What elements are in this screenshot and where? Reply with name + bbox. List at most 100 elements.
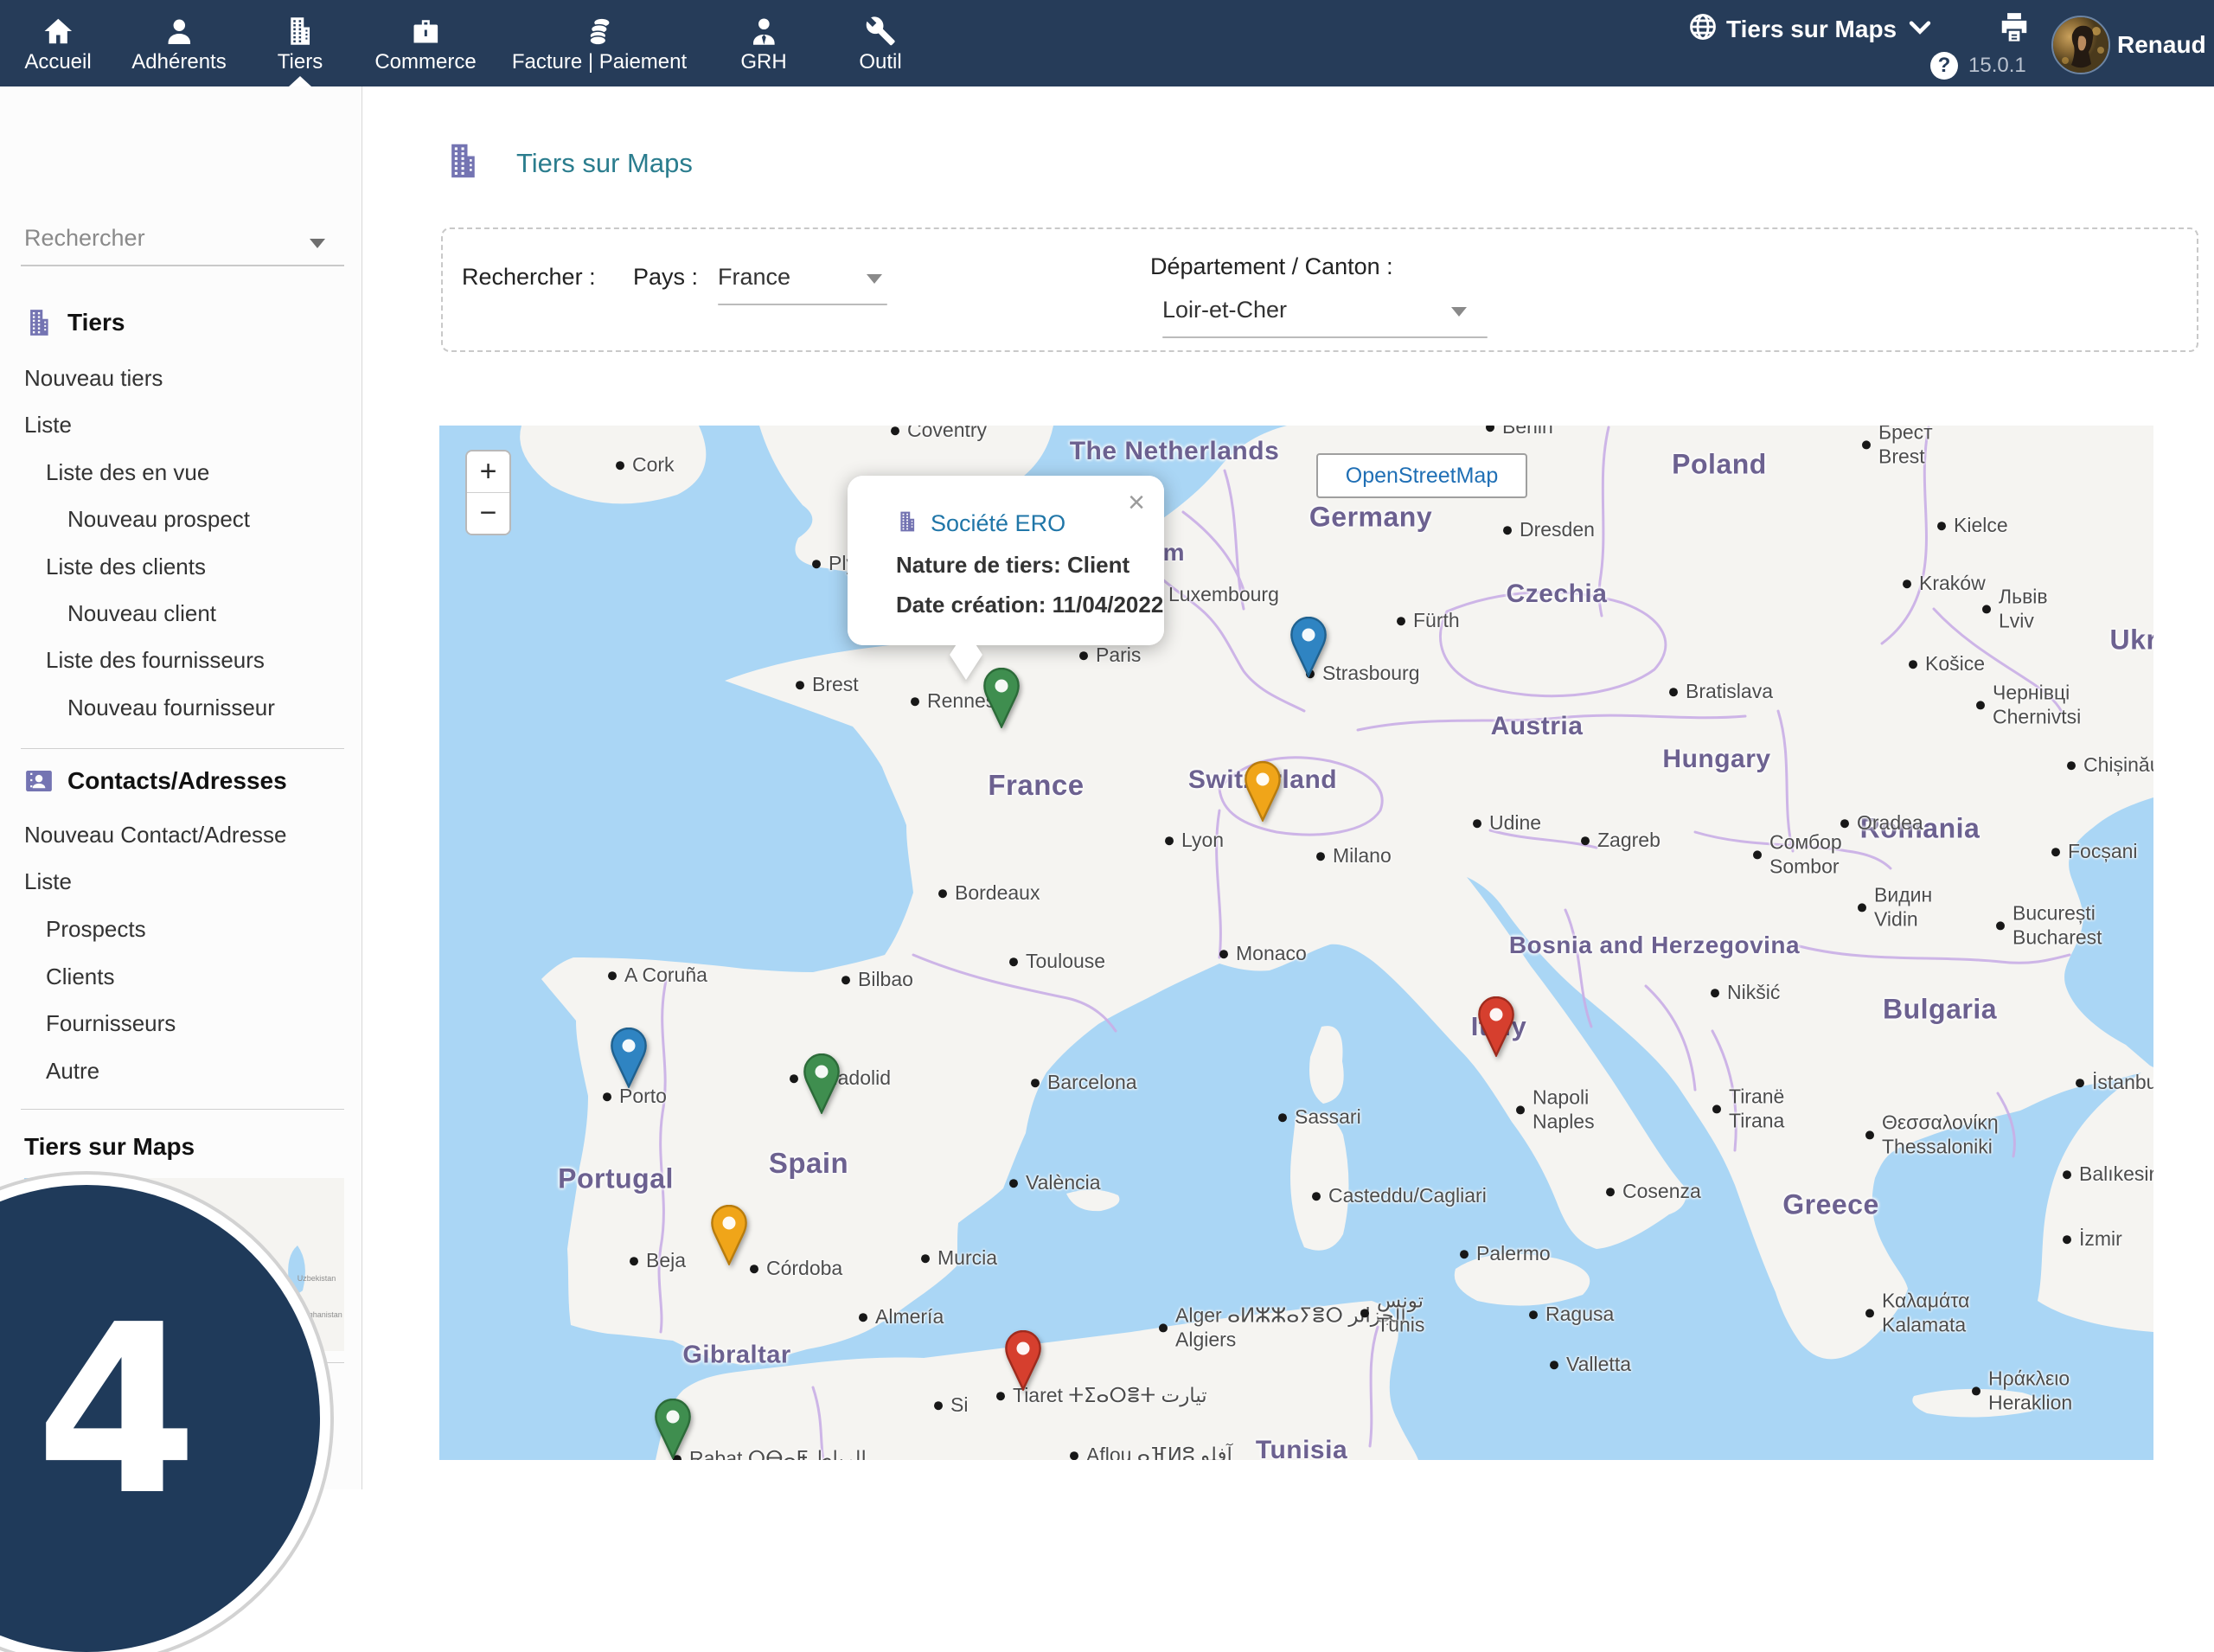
contact-card-icon [24, 766, 54, 796]
city-dot [1009, 1179, 1018, 1188]
sidebar-item-nouveau-prospect[interactable]: Nouveau prospect [67, 506, 250, 533]
city-label-foc-ani: Focșani [2051, 840, 2138, 864]
sidebar-item-clients[interactable]: Clients [46, 964, 114, 990]
sidebar-divider [21, 1109, 344, 1110]
city-dot [1219, 950, 1228, 958]
map-marker-blue-5[interactable] [608, 1028, 649, 1088]
nav-item-outil[interactable]: Outil [859, 0, 901, 86]
nav-item-tiers[interactable]: Tiers [278, 0, 323, 86]
city-dot [2076, 1079, 2084, 1087]
city-dot [1397, 617, 1405, 625]
nav-item-label: GRH [740, 50, 786, 74]
help-icon[interactable]: ? [1930, 52, 1958, 80]
city-dot [1079, 651, 1088, 660]
chevron-down-icon [867, 274, 882, 284]
city-dot [790, 1074, 798, 1083]
sidebar-section-tiers[interactable]: Tiers [24, 308, 125, 337]
sidebar-item-nouveau-contact-adresse[interactable]: Nouveau Contact/Adresse [24, 822, 287, 848]
map-marker-green-1[interactable] [981, 668, 1022, 728]
city-dot [1972, 1386, 1980, 1395]
popup-title-row[interactable]: Société ERO [896, 509, 1065, 539]
nav-item-accueil[interactable]: Accueil [24, 0, 91, 86]
city-dot [1712, 1105, 1721, 1113]
search-input[interactable]: Rechercher [24, 225, 344, 263]
country-label-gibraltar: Gibraltar [682, 1341, 790, 1370]
country-label-czechia: Czechia [1507, 579, 1608, 609]
city-dot [1903, 579, 1911, 588]
department-select[interactable]: Loir-et-Cher [1162, 297, 1491, 323]
city-dot [1516, 1105, 1525, 1114]
city-label-almer-a: Almería [859, 1305, 944, 1329]
nav-item-label: Facture | Paiement [512, 50, 687, 74]
city-label-ragusa: Ragusa [1529, 1303, 1614, 1327]
city-dot [1009, 957, 1018, 966]
city-dot [616, 461, 624, 470]
sidebar-item-nouveau-tiers[interactable]: Nouveau tiers [24, 365, 163, 392]
thumbnail-country-label: Afghanistan [301, 1310, 342, 1319]
zoom-out-button[interactable]: − [467, 493, 509, 534]
sidebar-item-liste[interactable]: Liste [24, 868, 72, 895]
layer-button[interactable]: OpenStreetMap [1316, 453, 1527, 498]
country-label-the-netherlands: The Netherlands [1070, 437, 1280, 466]
sidebar-item-nouveau-client[interactable]: Nouveau client [67, 600, 216, 627]
user-menu[interactable]: Renaud [2117, 31, 2214, 59]
city-label-bordeaux: Bordeaux [938, 881, 1040, 906]
nav-item-commerce[interactable]: Commerce [374, 0, 476, 86]
sidebar-item-prospects[interactable]: Prospects [46, 916, 146, 943]
city-dot [1753, 850, 1762, 859]
map-marker-green-9[interactable] [652, 1399, 694, 1459]
city-label-zagreb: Zagreb [1581, 829, 1660, 853]
city-label-c-rdoba: Córdoba [750, 1257, 842, 1281]
zoom-in-button[interactable]: + [467, 451, 509, 492]
city-dot [891, 426, 899, 435]
close-icon[interactable]: × [1128, 488, 1145, 517]
country-label-greece: Greece [1782, 1189, 1879, 1221]
city-label-tiran: Tiranë Tirana [1712, 1085, 1784, 1132]
city-label-porto: Porto [603, 1085, 667, 1109]
module-label: Tiers sur Maps [1726, 16, 1897, 43]
sidebar-item-liste-des-clients[interactable]: Liste des clients [46, 554, 206, 580]
city-dot [1865, 1309, 1874, 1317]
sidebar-section-contacts-adresses[interactable]: Contacts/Adresses [24, 766, 287, 796]
map-marker-red-4[interactable] [1475, 996, 1517, 1057]
page-title-row: Tiers sur Maps [444, 140, 693, 186]
map-canvas[interactable]: The NetherlandsBelgiumGermanyPolandCzech… [439, 426, 2153, 1460]
sidebar-item-liste-des-fournisseurs[interactable]: Liste des fournisseurs [46, 647, 265, 674]
nav-item-facture-paiement[interactable]: Facture | Paiement [512, 0, 687, 86]
thumbnail-country-label: Uzbekistan [298, 1274, 336, 1283]
city-dot [608, 971, 617, 980]
city-dot [996, 1392, 1005, 1400]
sidebar-item-liste-des-en-vue[interactable]: Liste des en vue [46, 459, 209, 486]
map-marker-blue-2[interactable] [1288, 617, 1329, 677]
city-label-a-coru-a: A Coruña [608, 964, 707, 988]
country-select[interactable]: France [718, 264, 891, 291]
city-label-aflou: Aflou ⴰⴼⵍⵓ آفلو [1070, 1444, 1232, 1460]
nav-item-adh-rents[interactable]: Adhérents [131, 0, 226, 86]
popup-title-link[interactable]: Société ERO [931, 510, 1065, 537]
briefcase-icon [410, 12, 441, 47]
city-dot [2063, 1170, 2071, 1179]
map-marker-red-8[interactable] [1002, 1330, 1044, 1391]
sidebar-item-autre[interactable]: Autre [46, 1058, 99, 1085]
city-label-cosenza: Cosenza [1606, 1180, 1701, 1204]
version-label: 15.0.1 [1968, 54, 2026, 78]
map-marker-yellow-7[interactable] [708, 1205, 750, 1265]
city-label-barcelona: Barcelona [1031, 1071, 1137, 1095]
city-dot [1976, 701, 1985, 709]
coins-icon [584, 12, 615, 47]
sidebar-item-fournisseurs[interactable]: Fournisseurs [46, 1010, 176, 1037]
country-label-hungary: Hungary [1662, 745, 1770, 774]
sidebar-item-nouveau-fournisseur[interactable]: Nouveau fournisseur [67, 695, 275, 721]
print-button[interactable] [1998, 10, 2031, 43]
sidebar-item-tiers-sur-maps[interactable]: Tiers sur Maps [24, 1133, 195, 1161]
sidebar-item-liste[interactable]: Liste [24, 412, 72, 439]
chevron-down-icon [1451, 307, 1467, 317]
map-marker-green-6[interactable] [801, 1053, 842, 1114]
nav-item-grh[interactable]: GRH [740, 0, 786, 86]
city-label-: Ηράκλειο Heraklion [1972, 1367, 2072, 1414]
module-switcher[interactable]: Tiers sur Maps [1688, 12, 1924, 46]
avatar[interactable] [2051, 16, 2110, 74]
country-label-austria: Austria [1491, 712, 1584, 741]
city-dot [630, 1257, 638, 1265]
map-marker-yellow-3[interactable] [1242, 761, 1283, 822]
